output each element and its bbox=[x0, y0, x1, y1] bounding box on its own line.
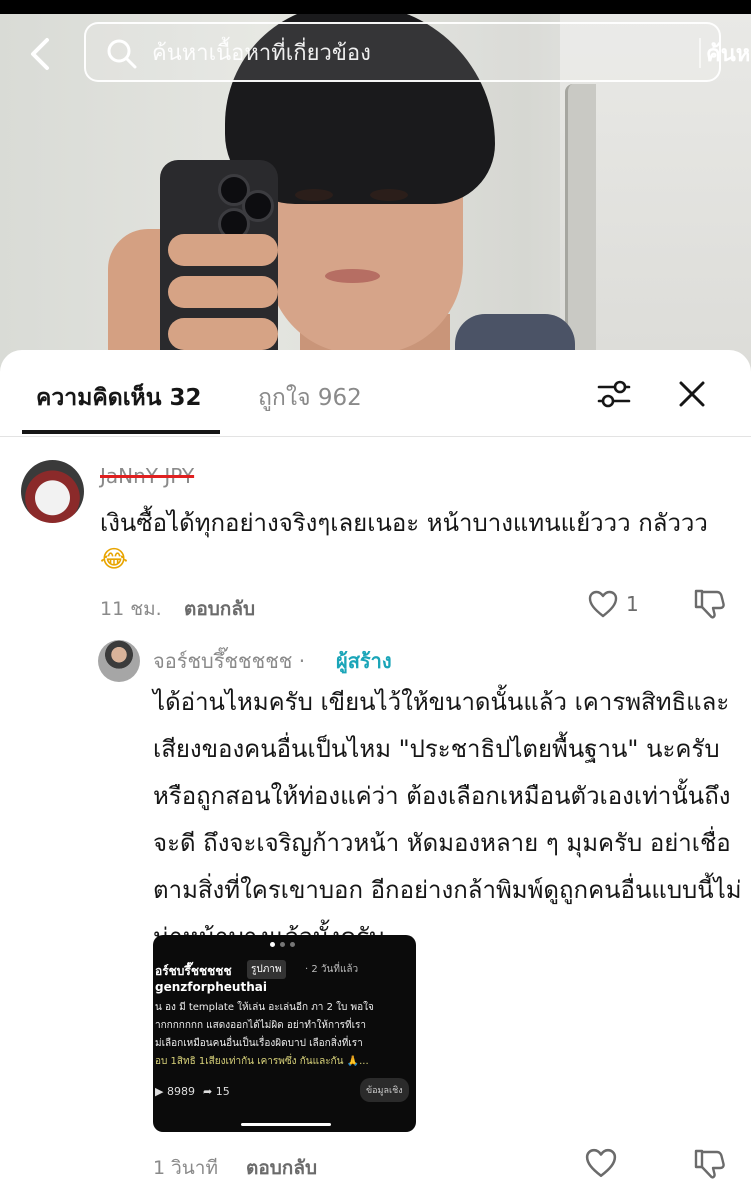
attachment-time: · 2 วันที่แล้ว bbox=[305, 964, 359, 975]
tab-likes[interactable]: ถูกใจ 962 bbox=[258, 380, 362, 416]
dislike-button[interactable] bbox=[692, 1148, 726, 1184]
search-bar: ค้นหา bbox=[0, 22, 751, 84]
close-button[interactable] bbox=[674, 376, 710, 412]
shares-count: 15 bbox=[215, 1085, 230, 1098]
person-lips bbox=[325, 269, 380, 283]
attachment-line: ม่เลือกเหมือนคนอื่นเป็นเรื่องผิดบาป เลือ… bbox=[155, 1038, 363, 1049]
dislike-button[interactable] bbox=[692, 588, 726, 624]
views-count: 8989 bbox=[166, 1085, 195, 1098]
reply-button[interactable]: ตอบกลับ bbox=[184, 594, 255, 624]
like-count: 1 bbox=[626, 592, 639, 616]
username-text: จอร์ชบรึ๊ชชชชช bbox=[153, 649, 293, 673]
close-icon bbox=[679, 381, 705, 407]
reply-button[interactable]: ตอบกลับ bbox=[246, 1153, 317, 1183]
person-finger bbox=[168, 276, 278, 308]
carousel-dots bbox=[270, 942, 295, 947]
laughing-tears-emoji: 😂 bbox=[100, 545, 129, 573]
back-button[interactable] bbox=[22, 34, 58, 74]
comment-username[interactable]: JaNnY JPY bbox=[100, 464, 194, 488]
comment-username[interactable]: จอร์ชบรึ๊ชชชชช · bbox=[153, 645, 305, 677]
creator-badge: ผู้สร้าง bbox=[336, 649, 392, 673]
comment-timestamp: 11 ชม. bbox=[100, 598, 162, 620]
status-bar bbox=[0, 0, 751, 14]
attachment-line: อบ 1สิทธิ 1เสียงเท่ากัน เคารพซึ่ง กันและ… bbox=[155, 1056, 369, 1067]
person-eye bbox=[370, 189, 408, 201]
thumbs-down-icon bbox=[694, 1149, 725, 1179]
person-eye bbox=[295, 189, 333, 201]
sliders-icon bbox=[597, 380, 631, 408]
attachment-views: ▶ 8989 bbox=[155, 1085, 195, 1098]
search-divider bbox=[699, 38, 701, 68]
filter-button[interactable] bbox=[596, 376, 632, 412]
search-icon bbox=[107, 39, 137, 69]
chevron-left-icon bbox=[31, 38, 49, 70]
comment-timestamp: 1 วินาที bbox=[153, 1157, 218, 1179]
carousel-dot bbox=[290, 942, 295, 947]
attachment-hashtag: genzforpheuthai bbox=[155, 980, 267, 994]
heart-icon bbox=[588, 590, 618, 618]
attached-image[interactable]: อร์ชบรึ๊ชชชชช รูปภาพ · 2 วันที่แล้ว genz… bbox=[153, 935, 416, 1132]
comment-text: ได้อ่านไหมครับ เขียนไว้ให้ขนาดนั้นแล้ว เ… bbox=[153, 688, 742, 951]
comment-body: เงินซื้อได้ทุกอย่างจริงๆเลยเนอะ หน้าบางแ… bbox=[100, 509, 708, 537]
carousel-dot bbox=[270, 942, 275, 947]
attachment-line: ากกกกกกก แสดงออกได้ไม่ผิด อย่าทำให้การที… bbox=[155, 1020, 367, 1031]
search-input[interactable] bbox=[150, 34, 604, 72]
attachment-shares: ➦ 15 bbox=[203, 1085, 230, 1098]
search-submit-button[interactable]: ค้นหา bbox=[706, 36, 751, 71]
active-tab-indicator bbox=[22, 430, 220, 434]
attachment-tag: รูปภาพ bbox=[247, 960, 286, 979]
door-frame bbox=[565, 84, 596, 364]
avatar[interactable] bbox=[98, 640, 140, 682]
person-finger bbox=[168, 234, 278, 266]
comments-tabs: ความคิดเห็น 32 ถูกใจ 962 bbox=[0, 350, 751, 437]
home-indicator bbox=[241, 1123, 331, 1126]
carousel-dot bbox=[280, 942, 285, 947]
thumbs-down-icon bbox=[694, 589, 725, 619]
separator-dot: · bbox=[298, 649, 306, 673]
attachment-username: อร์ชบรึ๊ชชชชช bbox=[155, 964, 232, 978]
heart-icon bbox=[585, 1148, 617, 1178]
tab-comments[interactable]: ความคิดเห็น 32 bbox=[36, 380, 201, 416]
avatar[interactable] bbox=[21, 460, 84, 523]
person-finger bbox=[168, 318, 278, 350]
like-button[interactable] bbox=[585, 1148, 617, 1182]
attachment-line: น อง มี template ให้เล่น อะเล่นอีก ภา 2 … bbox=[155, 1002, 374, 1013]
attachment-insights: ข้อมูลเชิง bbox=[360, 1078, 409, 1102]
comment-text: เงินซื้อได้ทุกอย่างจริงๆเลยเนอะ หน้าบางแ… bbox=[100, 505, 740, 577]
like-button[interactable]: 1 bbox=[588, 590, 639, 618]
search-field[interactable]: ค้นหา bbox=[84, 22, 751, 82]
